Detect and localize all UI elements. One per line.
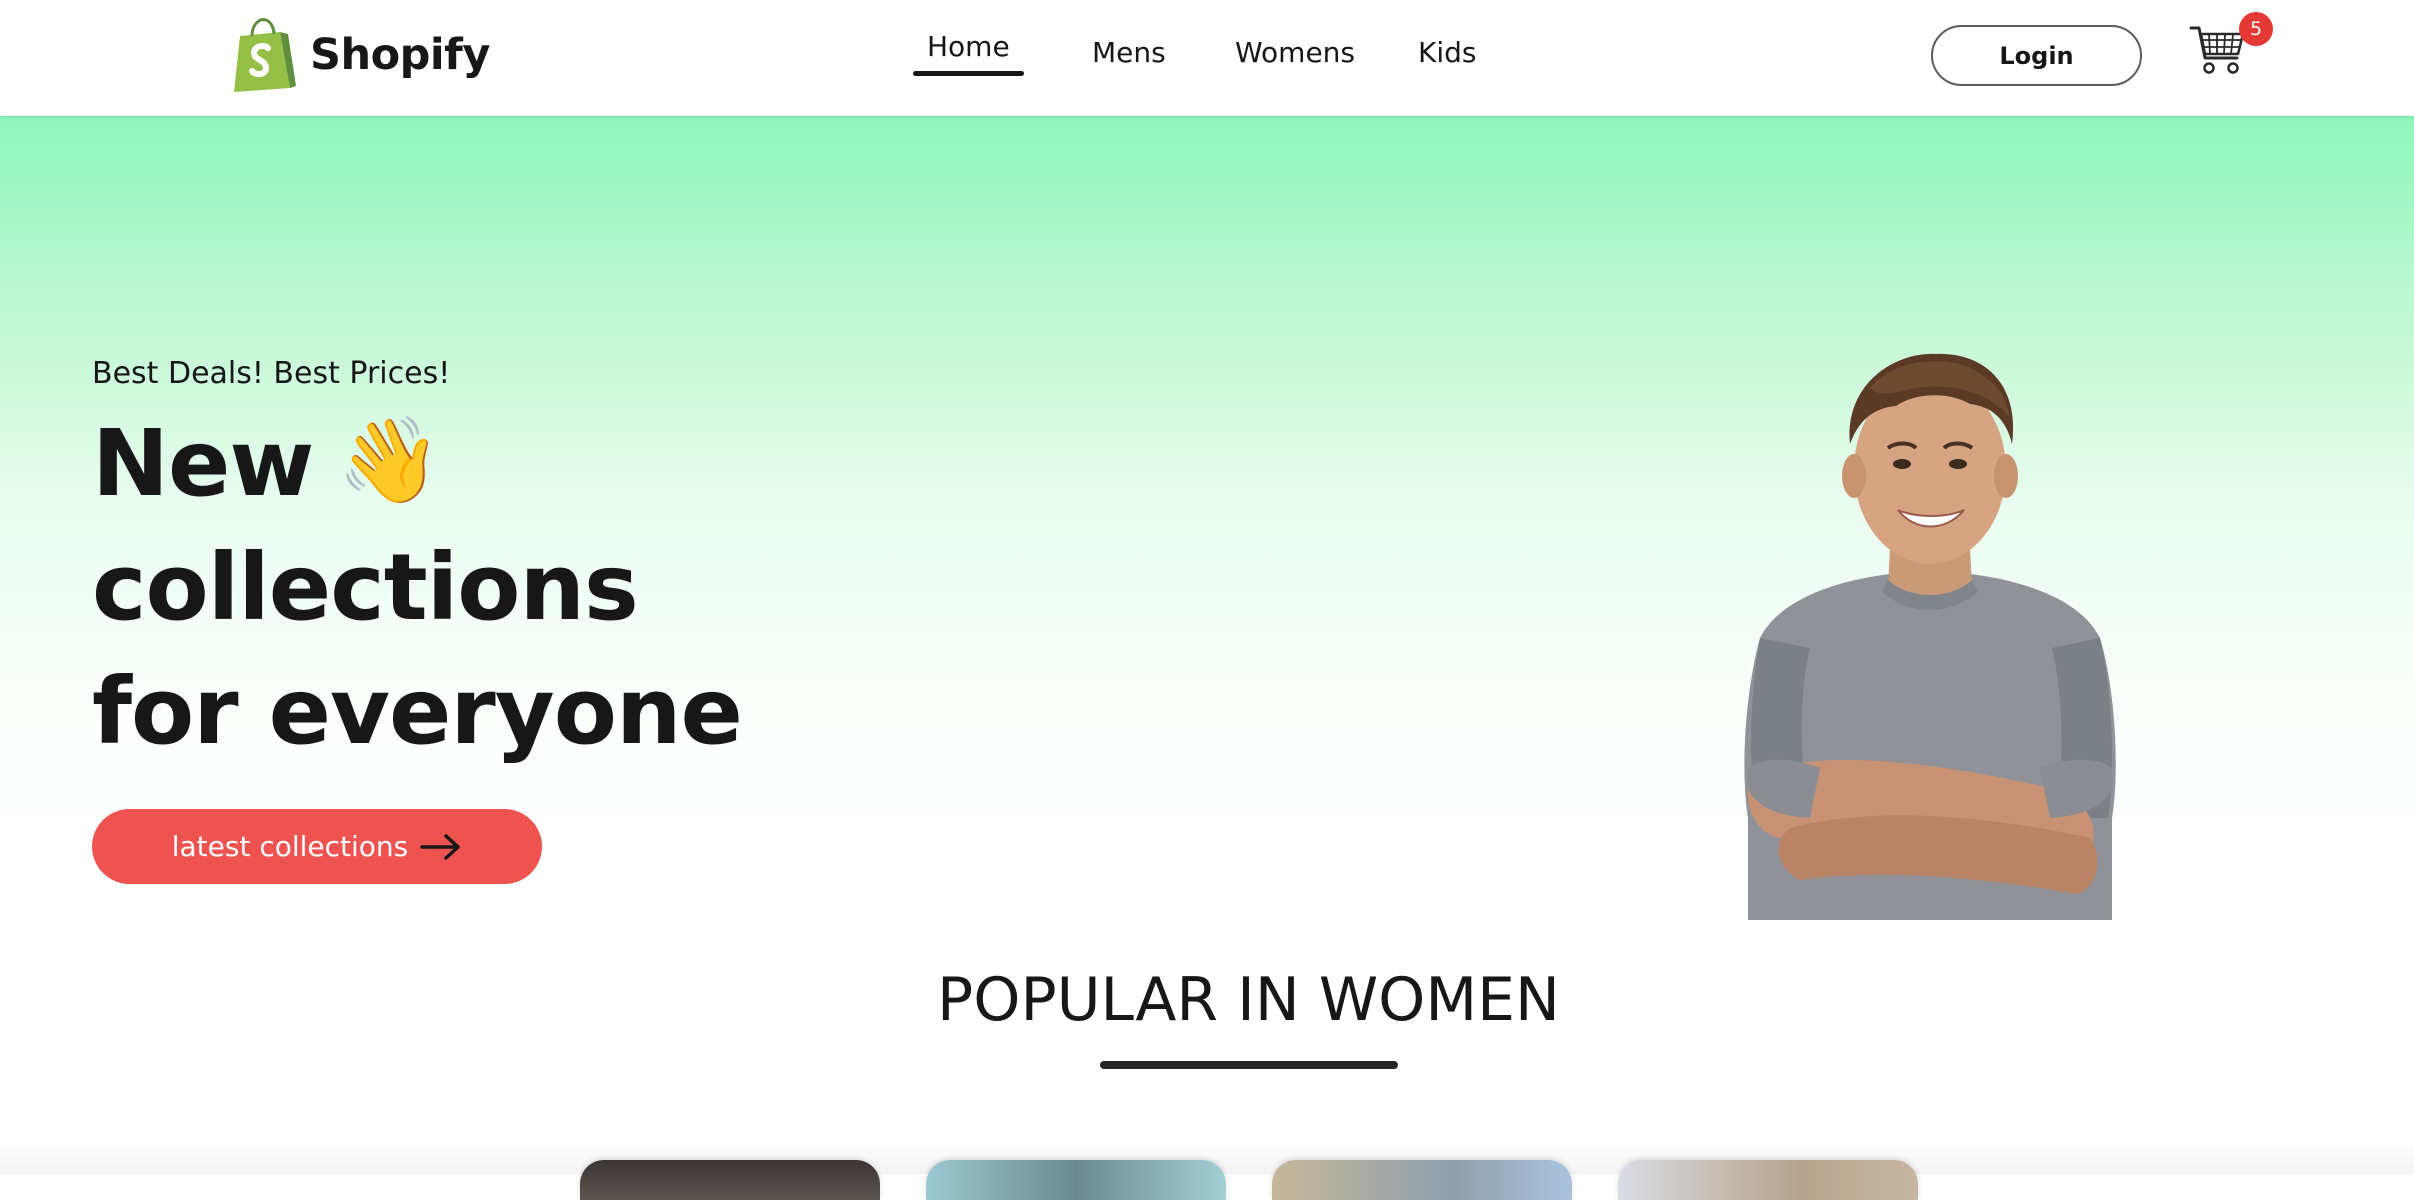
nav-item-label: Mens (1092, 36, 1166, 69)
cart-button[interactable] (2189, 24, 2245, 76)
nav-item-womens[interactable]: Womens (1235, 36, 1355, 69)
nav-item-home[interactable]: Home (913, 30, 1024, 76)
hero-title-line: for everyone (92, 658, 743, 765)
product-card-image[interactable] (1272, 1160, 1572, 1200)
hero-title-text: New (92, 410, 314, 517)
cart-count-badge: 5 (2239, 12, 2273, 46)
product-card-image[interactable] (1618, 1160, 1918, 1200)
arrow-right-icon (420, 833, 461, 860)
product-card-image[interactable] (926, 1160, 1226, 1200)
shopping-cart-icon (2189, 26, 2245, 74)
nav-item-label: Kids (1418, 36, 1477, 69)
nav-item-label: Home (927, 30, 1010, 63)
nav-item-label: Womens (1235, 36, 1356, 69)
active-nav-underline (913, 71, 1024, 76)
hero-subtitle: Best Deals! Best Prices! (92, 356, 451, 391)
login-button[interactable]: Login (1931, 25, 2142, 86)
latest-collections-button[interactable]: latest collections (92, 809, 542, 884)
hero-title: New 👋 collections for everyone (92, 398, 743, 774)
hero-title-line: collections (92, 534, 639, 641)
cta-label: latest collections (171, 830, 409, 863)
nav-item-mens[interactable]: Mens (1092, 36, 1166, 69)
nav-item-kids[interactable]: Kids (1418, 36, 1477, 69)
popular-section-title: POPULAR IN WOMEN (937, 965, 1560, 1035)
product-card-image[interactable] (580, 1160, 880, 1200)
waving-hand-icon: 👋 (337, 411, 442, 509)
section-title-underline (1100, 1061, 1398, 1069)
hero-section: Best Deals! Best Prices! New 👋 collection… (0, 116, 2414, 920)
hero-model-image (1720, 348, 2140, 920)
hero-title-line: New 👋 (92, 398, 742, 526)
navbar: Shopify Home Mens Womens Kids Login 5 (0, 0, 2414, 116)
